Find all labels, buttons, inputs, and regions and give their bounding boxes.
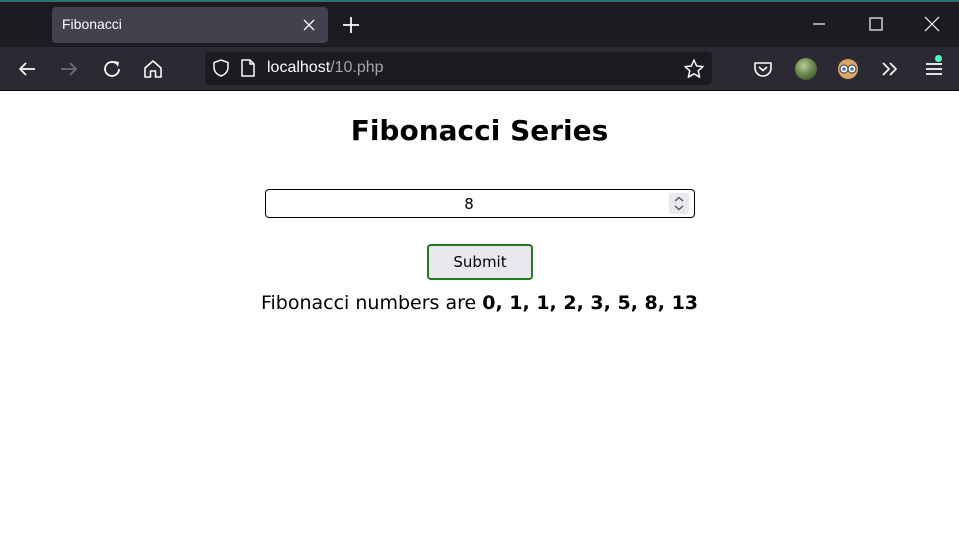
number-input-value[interactable]: 8 bbox=[266, 195, 672, 213]
back-arrow-icon[interactable] bbox=[16, 58, 38, 80]
window-close-icon[interactable] bbox=[922, 14, 942, 34]
fibonacci-result: Fibonacci numbers are 0, 1, 1, 2, 3, 5, … bbox=[0, 292, 959, 314]
tab-title: Fibonacci bbox=[62, 16, 122, 32]
page-content: Fibonacci Series 8 Submit Fibonacci numb… bbox=[0, 92, 959, 539]
extension-globe-icon[interactable] bbox=[795, 58, 817, 80]
extension-binoculars-icon[interactable] bbox=[837, 58, 859, 80]
minimize-icon[interactable] bbox=[809, 14, 829, 34]
forward-arrow-icon[interactable] bbox=[58, 58, 80, 80]
shield-icon[interactable] bbox=[211, 58, 231, 78]
submit-button[interactable]: Submit bbox=[427, 244, 533, 280]
home-icon[interactable] bbox=[142, 58, 164, 80]
spinner-arrows-icon[interactable] bbox=[669, 193, 689, 214]
update-notification-dot bbox=[935, 55, 942, 62]
maximize-icon[interactable] bbox=[866, 14, 886, 34]
result-prefix: Fibonacci numbers are bbox=[260, 292, 483, 314]
navigation-toolbar: localhost/10.php bbox=[0, 47, 959, 91]
close-icon[interactable] bbox=[302, 18, 316, 32]
plus-icon[interactable] bbox=[341, 15, 361, 35]
url-bar[interactable]: localhost/10.php bbox=[205, 52, 712, 85]
number-input[interactable]: 8 bbox=[265, 189, 695, 218]
page-icon[interactable] bbox=[239, 58, 257, 78]
reload-icon[interactable] bbox=[101, 58, 123, 80]
url-path: /10.php bbox=[330, 59, 384, 76]
result-numbers: 0, 1, 1, 2, 3, 5, 8, 13 bbox=[482, 292, 699, 314]
browser-titlebar: Fibonacci bbox=[0, 0, 959, 47]
chevron-double-right-icon[interactable] bbox=[879, 58, 901, 80]
tab-fibonacci[interactable]: Fibonacci bbox=[52, 7, 328, 43]
hamburger-menu-icon[interactable] bbox=[923, 58, 945, 80]
pocket-icon[interactable] bbox=[752, 58, 774, 80]
page-title: Fibonacci Series bbox=[350, 114, 609, 147]
url-host: localhost bbox=[267, 59, 331, 76]
url-text[interactable]: localhost/10.php bbox=[267, 59, 384, 77]
star-icon[interactable] bbox=[683, 58, 705, 80]
